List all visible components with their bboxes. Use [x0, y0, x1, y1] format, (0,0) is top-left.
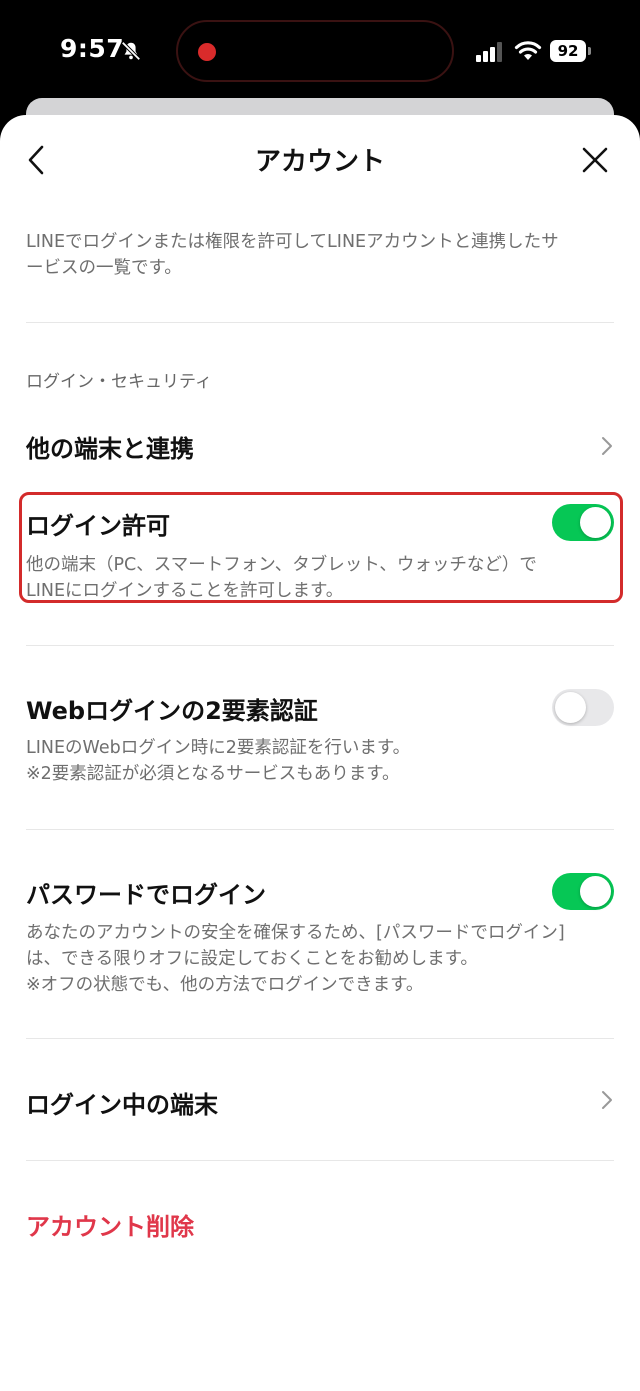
account-sheet: アカウント LINEでログインまたは権限を許可してLINEアカウントと連携したサ…	[0, 115, 640, 1391]
chevron-right-icon	[602, 437, 612, 455]
web-2fa-description: LINEのWebログイン時に2要素認証を行います。 ※2要素認証が必須となるサー…	[26, 735, 616, 787]
divider	[26, 1160, 614, 1161]
intro-text: LINEでログインまたは権限を許可してLINEアカウントと連携したサ ービスの一…	[26, 229, 616, 281]
toggle-knob	[580, 507, 611, 538]
divider	[26, 645, 614, 646]
wifi-icon	[514, 41, 542, 60]
divider	[26, 322, 614, 323]
divider	[26, 1038, 614, 1039]
intro-line: LINEでログインまたは権限を許可してLINEアカウントと連携したサ	[26, 232, 559, 252]
chevron-right-icon	[602, 1091, 612, 1109]
description-line: LINEのWebログイン時に2要素認証を行います。	[26, 738, 411, 758]
description-line: ※オフの状態でも、他の方法でログインできます。	[26, 975, 424, 995]
page-title: アカウント	[254, 147, 385, 177]
signal-icon	[476, 42, 502, 62]
login-permission-description: 他の端末（PC、スマートフォン、タブレット、ウォッチなど）で LINEにログイン…	[26, 552, 616, 604]
description-line: 他の端末（PC、スマートフォン、タブレット、ウォッチなど）で	[26, 555, 537, 575]
status-bar: 9:57 92	[0, 0, 640, 100]
description-line: あなたのアカウントの安全を確保するため、[パスワードでログイン]	[26, 923, 565, 943]
dynamic-island[interactable]	[176, 20, 454, 82]
section-label-login-security: ログイン・セキュリティ	[26, 372, 212, 392]
bell-slash-icon	[121, 41, 141, 61]
password-login-description: あなたのアカウントの安全を確保するため、[パスワードでログイン] は、できる限り…	[26, 920, 616, 998]
recording-indicator-icon	[198, 43, 216, 61]
description-line: LINEにログインすることを許可します。	[26, 581, 344, 601]
description-line: は、できる限りオフに設定しておくことをお勧めします。	[26, 949, 478, 969]
status-time: 9:57	[60, 34, 125, 63]
web-2fa-toggle[interactable]	[552, 689, 614, 726]
divider	[26, 829, 614, 830]
login-permission-toggle[interactable]	[552, 504, 614, 541]
battery-icon: 92	[550, 40, 586, 62]
password-login-title: パスワードでログイン	[26, 881, 266, 909]
close-icon[interactable]	[580, 145, 610, 175]
toggle-knob	[580, 876, 611, 907]
login-permission-title: ログイン許可	[26, 512, 170, 540]
toggle-knob	[555, 692, 586, 723]
web-2fa-title: Webログインの2要素認証	[26, 697, 318, 725]
intro-line: ービスの一覧です。	[26, 258, 182, 278]
description-line: ※2要素認証が必須となるサービスもあります。	[26, 764, 400, 784]
battery-tip	[588, 47, 591, 55]
link-devices-title: 他の端末と連携	[26, 435, 194, 463]
delete-account-button[interactable]: アカウント削除	[26, 1207, 194, 1242]
password-login-toggle[interactable]	[552, 873, 614, 910]
logged-in-devices-title: ログイン中の端末	[26, 1091, 218, 1119]
